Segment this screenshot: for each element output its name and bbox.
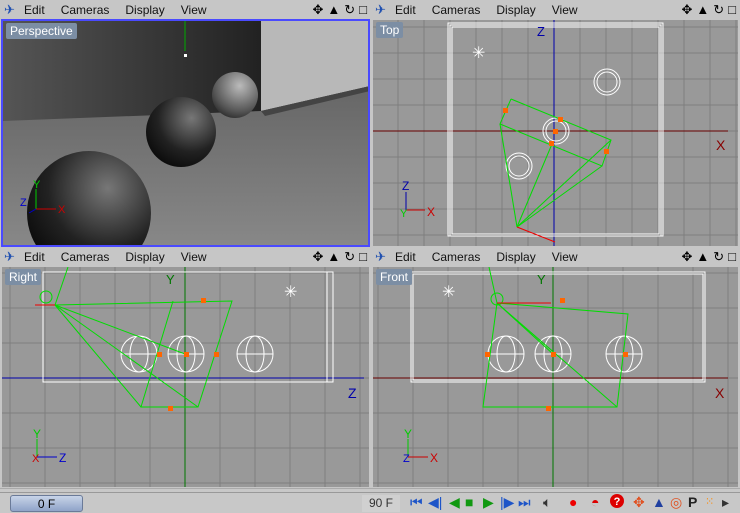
- maximize-view-icon[interactable]: □: [728, 2, 736, 18]
- play-forward-icon[interactable]: ▶: [483, 494, 494, 510]
- sound-icon[interactable]: 🔈︎: [543, 494, 551, 510]
- record-scale-icon[interactable]: ▲: [652, 494, 666, 510]
- menu-view[interactable]: View: [181, 250, 207, 264]
- svg-text:Z: Z: [403, 453, 410, 465]
- viewport-menubar: ✈ Edit Cameras Display View ✥ ▲ ↻ □: [0, 247, 371, 267]
- axis-label: Z: [537, 24, 545, 39]
- axis-label: X: [716, 137, 726, 153]
- menu-display[interactable]: Display: [125, 3, 164, 17]
- menu-edit[interactable]: Edit: [24, 250, 45, 264]
- axis-label: Z: [348, 385, 357, 401]
- maximize-view-icon[interactable]: □: [359, 249, 367, 265]
- record-position-icon[interactable]: ✥: [633, 494, 645, 510]
- move-view-icon[interactable]: ✥: [681, 2, 692, 18]
- axis-label: X: [715, 385, 725, 401]
- rotate-view-icon[interactable]: ↻: [344, 2, 355, 18]
- viewport-label: Front: [376, 269, 413, 285]
- menu-cameras[interactable]: Cameras: [432, 3, 481, 17]
- stop-icon[interactable]: ■: [465, 494, 473, 510]
- zoom-view-icon[interactable]: ▲: [327, 2, 340, 18]
- next-key-icon[interactable]: |▶: [500, 494, 514, 510]
- record-rotation-icon[interactable]: ◎: [670, 494, 682, 510]
- viewport-label: Perspective: [6, 23, 77, 39]
- menu-cameras[interactable]: Cameras: [61, 3, 110, 17]
- menu-view[interactable]: View: [552, 3, 578, 17]
- zoom-view-icon[interactable]: ▲: [696, 249, 709, 265]
- timeline-bar: 0 F 90 F ⏮ ◀| ◀ ■ ▶ |▶ ⏭ 🔈︎ ● ◓ ? ✥ ▲ ◎ …: [0, 488, 740, 513]
- gizmo-z-label: Z: [20, 197, 27, 209]
- menu-edit[interactable]: Edit: [395, 250, 416, 264]
- gizmo-label: Y: [404, 427, 412, 441]
- maximize-view-icon[interactable]: □: [728, 249, 736, 265]
- rotate-view-icon[interactable]: ↻: [713, 2, 724, 18]
- maximize-view-icon[interactable]: □: [359, 2, 367, 18]
- svg-text:✳: ✳: [472, 45, 485, 62]
- menu-edit[interactable]: Edit: [395, 3, 416, 17]
- viewport-front[interactable]: ✈ Edit Cameras Display View ✥ ▲ ↻ □ ✳ Y X Y…: [371, 247, 740, 489]
- rotate-view-icon[interactable]: ↻: [713, 249, 724, 265]
- menu-display[interactable]: Display: [496, 3, 535, 17]
- move-view-icon[interactable]: ✥: [681, 249, 692, 265]
- front-canvas[interactable]: ✳ Y X Y Z X Front: [373, 267, 738, 487]
- goto-start-icon[interactable]: ⏮: [410, 494, 423, 510]
- end-frame-field[interactable]: 90 F: [362, 495, 400, 512]
- timeline-ruler[interactable]: [0, 489, 740, 493]
- rotate-view-icon[interactable]: ↻: [344, 249, 355, 265]
- menu-view[interactable]: View: [552, 250, 578, 264]
- sphere: [212, 72, 258, 118]
- viewport-perspective[interactable]: ✈ Edit Cameras Display View ✥▲↻□ Y Z: [0, 0, 371, 248]
- viewport-menubar: ✈ Edit Cameras Display View ✥ ▲ ↻ □: [371, 0, 740, 20]
- prev-key-icon[interactable]: ◀|: [428, 494, 442, 510]
- gizmo-label: Z: [59, 451, 66, 465]
- menu-edit[interactable]: Edit: [24, 3, 45, 17]
- gizmo-label: X: [427, 205, 435, 219]
- menu-display[interactable]: Display: [125, 250, 164, 264]
- menu-display[interactable]: Display: [496, 250, 535, 264]
- top-canvas[interactable]: ✳ Z X Z Y X Top: [373, 20, 738, 246]
- viewport-menubar: ✈ Edit Cameras Display View ✥ ▲ ↻ □: [371, 247, 740, 267]
- gizmo-y-label: Y: [33, 179, 41, 191]
- help-icon[interactable]: ?: [610, 494, 624, 508]
- pin-icon[interactable]: ✈: [4, 2, 24, 18]
- key-options-icon[interactable]: ▸: [722, 494, 729, 510]
- zoom-view-icon[interactable]: ▲: [327, 249, 340, 265]
- svg-text:✳: ✳: [284, 284, 297, 301]
- svg-text:Y: Y: [400, 208, 408, 220]
- zoom-view-icon[interactable]: ▲: [696, 2, 709, 18]
- play-backward-icon[interactable]: ◀: [449, 494, 460, 510]
- menu-view[interactable]: View: [181, 3, 207, 17]
- svg-text:✳: ✳: [442, 284, 455, 301]
- viewport-menubar: ✈ Edit Cameras Display View ✥ ▲ ↻ □: [0, 0, 371, 20]
- viewport-label: Top: [376, 22, 404, 38]
- gizmo-label: Y: [33, 427, 41, 441]
- pin-icon[interactable]: ✈: [4, 249, 24, 265]
- viewport-top[interactable]: ✈ Edit Cameras Display View ✥ ▲ ↻ □ ✳ Z X Z…: [371, 0, 740, 248]
- pin-icon[interactable]: ✈: [375, 2, 395, 18]
- menu-cameras[interactable]: Cameras: [432, 250, 481, 264]
- sphere: [146, 97, 216, 167]
- gizmo-label: X: [430, 451, 438, 465]
- record-points-icon[interactable]: ⁙: [705, 494, 714, 510]
- viewport-right[interactable]: ✈ Edit Cameras Display View ✥ ▲ ↻ □ ✳ Y Z Y…: [0, 247, 371, 489]
- record-icon[interactable]: ●: [569, 494, 577, 510]
- axis-label: Y: [166, 272, 175, 287]
- current-frame-field[interactable]: 0 F: [10, 495, 83, 512]
- axis-label: Y: [537, 272, 546, 287]
- gizmo-x-label: X: [58, 204, 66, 216]
- menu-cameras[interactable]: Cameras: [61, 250, 110, 264]
- record-parameter-icon[interactable]: P: [688, 494, 697, 510]
- svg-text:X: X: [32, 453, 40, 465]
- autokey-icon[interactable]: ◓: [591, 494, 599, 510]
- goto-end-icon[interactable]: ⏭: [518, 494, 531, 510]
- right-canvas[interactable]: ✳ Y Z Y X Z Right: [2, 267, 369, 487]
- pin-icon[interactable]: ✈: [375, 249, 395, 265]
- move-view-icon[interactable]: ✥: [312, 249, 323, 265]
- viewport-label: Right: [5, 269, 42, 285]
- gizmo-label: Z: [402, 179, 409, 193]
- move-view-icon[interactable]: ✥: [312, 2, 323, 18]
- perspective-canvas[interactable]: Y Z X Perspective: [1, 19, 370, 247]
